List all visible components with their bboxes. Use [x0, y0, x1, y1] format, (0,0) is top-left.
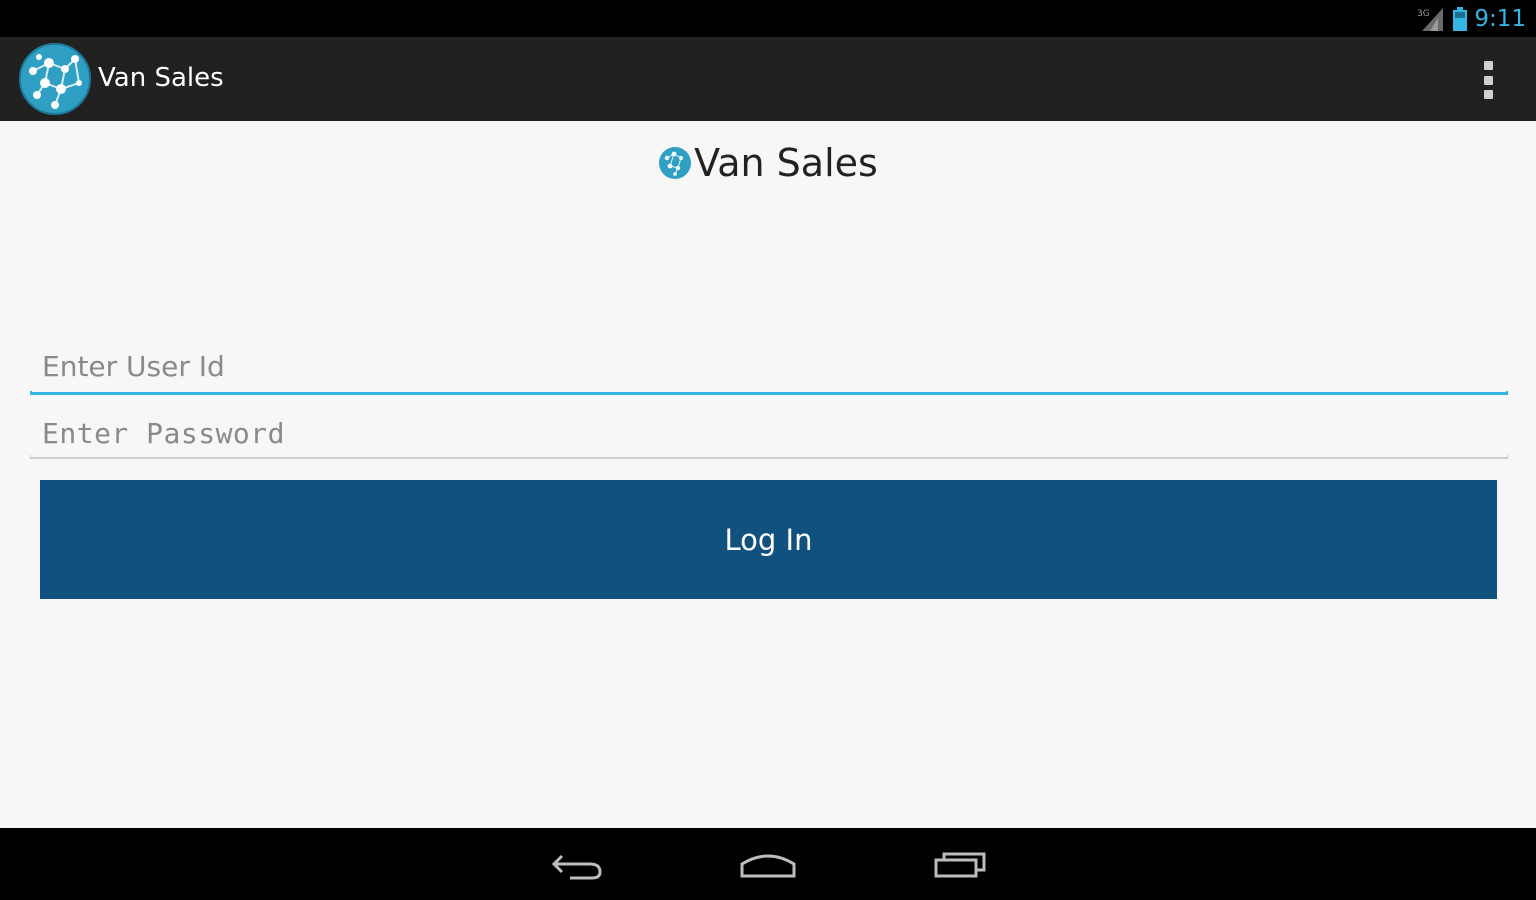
action-bar: Van Sales — [0, 37, 1536, 121]
recents-icon[interactable] — [932, 844, 992, 884]
menu-dot — [1483, 61, 1493, 70]
status-icons: 3G 9:11 — [1416, 5, 1526, 33]
battery-icon — [1453, 7, 1468, 31]
app-title: Van Sales — [98, 63, 224, 93]
login-button[interactable]: Log In — [40, 480, 1497, 599]
system-nav-bar — [0, 828, 1536, 900]
status-time: 9:11 — [1474, 6, 1526, 32]
status-bar: 3G 9:11 — [0, 0, 1536, 37]
menu-dot — [1483, 90, 1493, 99]
globe-network-logo-icon — [659, 147, 692, 179]
user-id-field[interactable] — [30, 343, 1508, 395]
password-field[interactable] — [30, 411, 1508, 459]
password-underline — [30, 455, 1508, 459]
signal-icon: 3G — [1417, 8, 1444, 31]
login-screen: Van Sales Log In — [0, 121, 1536, 828]
home-icon[interactable] — [738, 844, 798, 884]
brand-header: Van Sales — [0, 141, 1536, 185]
globe-network-logo-icon[interactable] — [19, 43, 91, 115]
menu-dot — [1483, 75, 1493, 85]
user-id-underline — [30, 391, 1508, 395]
password-input[interactable] — [30, 411, 1508, 455]
back-icon[interactable] — [548, 844, 608, 884]
brand-title: Van Sales — [694, 141, 878, 185]
overflow-menu-icon[interactable] — [1474, 61, 1502, 99]
user-id-input[interactable] — [30, 343, 1508, 389]
network-type-label: 3G — [1417, 9, 1430, 19]
